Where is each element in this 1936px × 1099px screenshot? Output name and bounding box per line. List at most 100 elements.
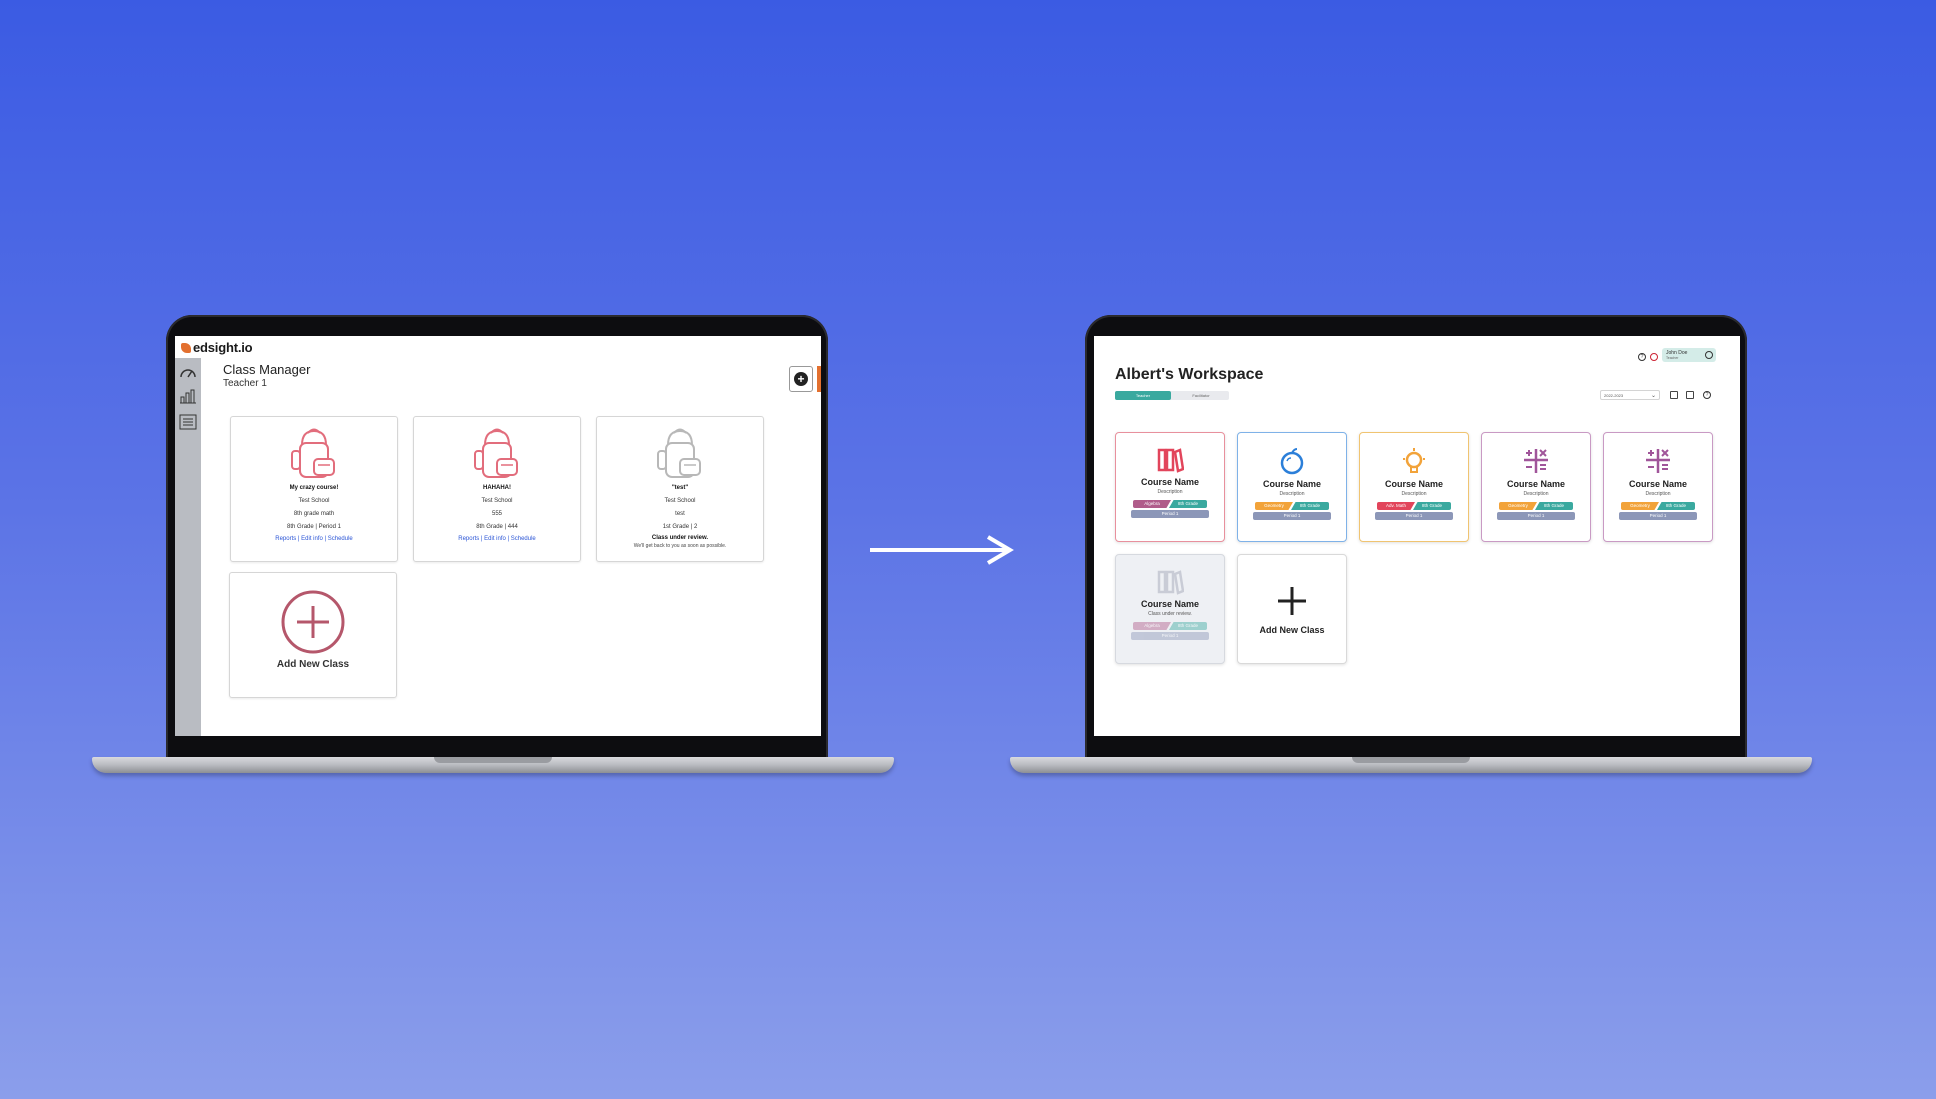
gauge-icon[interactable] bbox=[179, 366, 197, 378]
period-tag: Period 1 bbox=[1375, 512, 1453, 520]
math-icon bbox=[1646, 449, 1670, 473]
subject-tag: Geometry bbox=[1499, 502, 1537, 510]
period-tag: Period 1 bbox=[1497, 512, 1575, 520]
old-app-screen: edsight.io Class Manager Teacher 1 + My … bbox=[175, 336, 821, 736]
grade-tag: 8th Grade bbox=[1291, 502, 1329, 510]
backpack-icon bbox=[474, 428, 518, 478]
add-new-class-card[interactable]: Add New Class bbox=[1237, 554, 1347, 664]
old-sidebar bbox=[175, 358, 201, 736]
grade-tag: 8th Grade bbox=[1169, 622, 1207, 630]
user-badge[interactable]: John Doe Teacher bbox=[1662, 348, 1716, 362]
course-name: Course Name bbox=[1384, 479, 1444, 489]
workspace-title: Albert's Workspace bbox=[1115, 366, 1264, 383]
class-links[interactable]: Reports | Edit info | Schedule bbox=[414, 536, 580, 542]
accent-strip bbox=[817, 366, 821, 392]
class-desc: test bbox=[675, 511, 685, 517]
list-icon[interactable] bbox=[179, 414, 197, 430]
tab-teacher[interactable]: Teacher bbox=[1115, 391, 1171, 400]
backpack-icon bbox=[291, 428, 335, 478]
course-card[interactable]: Course Name Description Adv. Math 8th Gr… bbox=[1359, 432, 1469, 542]
laptop-left-notch bbox=[434, 757, 552, 763]
period-tag: Period 1 bbox=[1131, 510, 1209, 518]
new-app-screen: Albert's Workspace Teacher Facilitator ?… bbox=[1094, 336, 1740, 736]
plus-circle-icon: + bbox=[794, 372, 808, 386]
plus-icon bbox=[1278, 587, 1306, 615]
help-icon[interactable]: ? bbox=[1638, 353, 1646, 361]
course-tags: Geometry 8th Grade bbox=[1604, 502, 1712, 510]
course-name: Course Name bbox=[1506, 479, 1566, 489]
class-card[interactable]: My crazy course! Test School 8th grade m… bbox=[230, 416, 398, 562]
grade-tag: 8th Grade bbox=[1535, 502, 1573, 510]
books-icon bbox=[1157, 448, 1184, 473]
class-name: HAHAHA! bbox=[483, 485, 511, 491]
course-description: Description bbox=[1157, 489, 1183, 495]
page-title: Class Manager bbox=[223, 362, 311, 377]
period-tag: Period 1 bbox=[1619, 512, 1697, 520]
period-tag: Period 1 bbox=[1131, 632, 1209, 640]
avatar-icon bbox=[1705, 351, 1713, 359]
course-description: Description bbox=[1279, 491, 1305, 497]
grade-tag: 8th Grade bbox=[1413, 502, 1451, 510]
add-class-button[interactable]: + bbox=[789, 366, 813, 392]
page-subtitle: Teacher 1 bbox=[223, 378, 267, 389]
class-name: "test" bbox=[671, 485, 689, 491]
year-value: 2022-2023 bbox=[1604, 393, 1624, 398]
period-tag: Period 1 bbox=[1253, 512, 1331, 520]
class-grade: 8th Grade | 444 bbox=[476, 524, 518, 530]
course-name: Course Name bbox=[1140, 477, 1200, 487]
course-name: Course Name bbox=[1628, 479, 1688, 489]
add-new-class-card[interactable]: Add New Class bbox=[229, 572, 397, 698]
bulb-icon bbox=[1403, 448, 1425, 473]
review-status: Class under review. bbox=[651, 535, 709, 541]
review-note: We'll get back to you as soon as possibl… bbox=[633, 543, 727, 549]
course-tags: Adv. Math 8th Grade bbox=[1360, 502, 1468, 510]
class-grade: 8th Grade | Period 1 bbox=[287, 524, 341, 530]
bar-chart-icon[interactable] bbox=[179, 388, 197, 404]
math-icon bbox=[1524, 449, 1548, 473]
books-icon bbox=[1157, 570, 1184, 595]
course-description: Class under review. bbox=[1148, 611, 1192, 617]
course-tags: Geometry 8th Grade bbox=[1238, 502, 1346, 510]
apple-icon bbox=[1280, 448, 1304, 475]
subject-tag: Geometry bbox=[1621, 502, 1659, 510]
grid-view-icon[interactable] bbox=[1670, 391, 1678, 399]
subject-tag: Geometry bbox=[1255, 502, 1293, 510]
old-logo[interactable]: edsight.io bbox=[181, 340, 253, 355]
course-name: Course Name bbox=[1140, 599, 1200, 609]
chevron-down-icon: ⌄ bbox=[1650, 393, 1656, 399]
notification-icon[interactable] bbox=[1650, 353, 1658, 361]
class-school: Test School bbox=[481, 498, 513, 504]
class-card[interactable]: HAHAHA! Test School 555 8th Grade | 444 … bbox=[413, 416, 581, 562]
backpack-icon bbox=[657, 428, 701, 478]
class-grade: 1st Grade | 2 bbox=[662, 524, 698, 530]
course-card[interactable]: Course Name Description Geometry 8th Gra… bbox=[1237, 432, 1347, 542]
list-view-icon[interactable] bbox=[1686, 391, 1694, 399]
grade-tag: 8th Grade bbox=[1169, 500, 1207, 508]
course-tags: Algebra 8th Grade bbox=[1116, 500, 1224, 508]
grade-tag: 8th Grade bbox=[1657, 502, 1695, 510]
class-links[interactable]: Reports | Edit info | Schedule bbox=[231, 536, 397, 542]
course-tags: Algebra 8th Grade bbox=[1116, 622, 1224, 630]
course-name: Course Name bbox=[1262, 479, 1322, 489]
add-new-class-label: Add New Class bbox=[276, 659, 350, 670]
year-select[interactable]: 2022-2023 ⌄ bbox=[1600, 390, 1660, 400]
course-description: Description bbox=[1523, 491, 1549, 497]
course-card[interactable]: Course Name Description Algebra 8th Grad… bbox=[1115, 432, 1225, 542]
subject-tag: Adv. Math bbox=[1377, 502, 1415, 510]
course-description: Description bbox=[1645, 491, 1671, 497]
course-card[interactable]: Course Name Description Geometry 8th Gra… bbox=[1481, 432, 1591, 542]
course-description: Description bbox=[1401, 491, 1427, 497]
class-school: Test School bbox=[664, 498, 696, 504]
tab-facilitator[interactable]: Facilitator bbox=[1173, 391, 1229, 400]
course-card[interactable]: Course Name Description Geometry 8th Gra… bbox=[1603, 432, 1713, 542]
class-school: Test School bbox=[298, 498, 330, 504]
subject-tag: Algebra bbox=[1133, 500, 1171, 508]
role-tabs: Teacher Facilitator bbox=[1115, 391, 1229, 400]
class-name: My crazy course! bbox=[289, 485, 339, 491]
course-card-under-review[interactable]: Course Name Class under review. Algebra … bbox=[1115, 554, 1225, 664]
class-card-under-review[interactable]: "test" Test School test 1st Grade | 2 Cl… bbox=[596, 416, 764, 562]
info-icon[interactable]: ? bbox=[1703, 391, 1711, 399]
subject-tag: Algebra bbox=[1133, 622, 1171, 630]
add-new-class-label: Add New Class bbox=[1259, 625, 1325, 635]
class-desc: 555 bbox=[491, 511, 502, 517]
